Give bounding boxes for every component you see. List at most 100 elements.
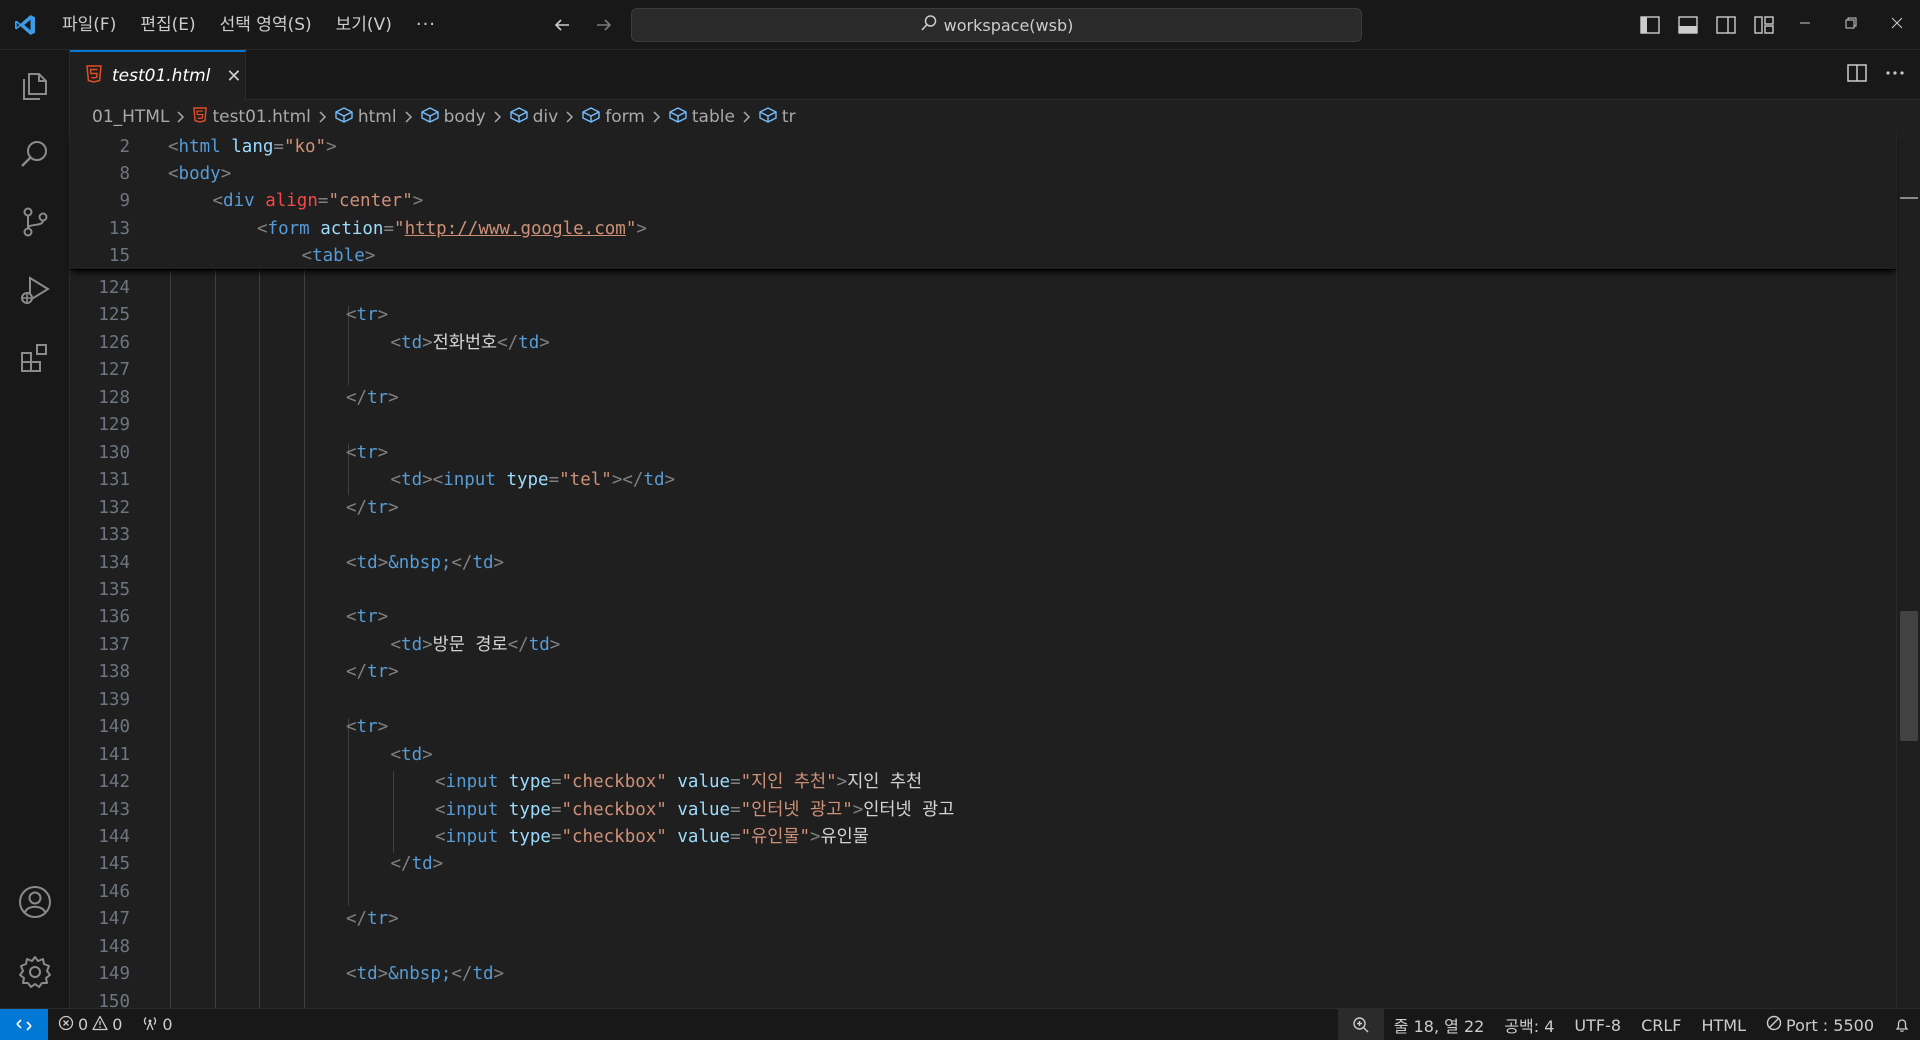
line-number: 9 — [119, 191, 130, 212]
code-line[interactable]: 126 <td>전화번호</td> — [70, 330, 1896, 357]
line-code: <td>전화번호</td> — [391, 330, 550, 357]
minimize-icon[interactable] — [1782, 0, 1828, 46]
line-code: <table> — [302, 243, 376, 270]
code-line[interactable]: 132 </tr> — [70, 495, 1896, 522]
tab-test01-html[interactable]: test01.html ✕ — [70, 50, 246, 100]
tab-close-icon[interactable]: ✕ — [226, 66, 241, 87]
toggle-secondary-sidebar-icon[interactable] — [1712, 12, 1740, 38]
breadcrumb-element-body[interactable]: body — [420, 106, 486, 128]
search-view-icon[interactable] — [0, 122, 70, 186]
restore-icon[interactable] — [1828, 0, 1874, 46]
manage-gear-icon[interactable] — [0, 940, 70, 1004]
breadcrumb-element-div[interactable]: div — [509, 106, 558, 128]
breadcrumb-element-tr[interactable]: tr — [759, 106, 796, 128]
code-line[interactable]: 9 <div align="center"> — [70, 188, 1896, 215]
code-line[interactable]: 144 <input type="checkbox" value="유인물">유인… — [70, 824, 1896, 851]
source-control-icon[interactable] — [0, 190, 70, 254]
account-icon[interactable] — [0, 870, 70, 934]
code-token: </ — [497, 332, 519, 353]
line-number: 143 — [98, 799, 130, 820]
problems-indicator[interactable]: 0 0 — [48, 1009, 132, 1040]
live-server-port[interactable]: Port : 5500 — [1756, 1009, 1884, 1040]
code-line[interactable]: 2 <html lang="ko"> — [70, 134, 1896, 161]
code-token: input — [445, 827, 499, 847]
code-line[interactable]: 125 <tr> — [70, 302, 1896, 329]
indentation-setting[interactable]: 공백: 4 — [1494, 1009, 1564, 1040]
search-icon — [920, 14, 938, 36]
line-number: 148 — [98, 936, 130, 957]
split-editor-icon[interactable] — [1846, 62, 1868, 88]
code-line[interactable]: 133 — [70, 522, 1896, 549]
code-token: < — [435, 827, 446, 847]
breadcrumb-element-html[interactable]: html — [335, 106, 397, 128]
code-line[interactable]: 131 <td><input type="tel"></td> — [70, 467, 1896, 494]
code-line[interactable]: 140 <tr> — [70, 714, 1896, 741]
scrollbar-thumb[interactable] — [1900, 611, 1918, 741]
line-number: 2 — [119, 137, 130, 157]
explorer-icon[interactable] — [0, 54, 70, 118]
search-label: workspace(wsb) — [943, 15, 1074, 35]
code-line[interactable]: 128 </tr> — [70, 385, 1896, 412]
code-line[interactable]: 127 — [70, 357, 1896, 384]
eol-setting[interactable]: CRLF — [1631, 1009, 1691, 1040]
notifications-bell-icon[interactable] — [1884, 1009, 1920, 1040]
code-token: < — [212, 191, 224, 212]
code-line[interactable]: 8 <body> — [70, 161, 1896, 188]
command-center-search[interactable]: workspace(wsb) — [631, 8, 1362, 42]
code-line[interactable]: 124 — [70, 275, 1896, 302]
code-line[interactable]: 149 <td>&nbsp;</td> — [70, 961, 1896, 988]
code-line[interactable]: 130 <tr> — [70, 440, 1896, 467]
line-number: 126 — [98, 332, 130, 353]
extensions-icon[interactable] — [0, 326, 70, 390]
cursor-position[interactable]: 줄 18, 열 22 — [1384, 1009, 1495, 1040]
code-line[interactable]: 139 — [70, 687, 1896, 714]
breadcrumb-element-form[interactable]: form — [582, 106, 645, 128]
code-line[interactable]: 146 — [70, 879, 1896, 906]
remote-indicator-icon[interactable] — [0, 1008, 48, 1040]
language-mode[interactable]: HTML — [1691, 1009, 1756, 1040]
breadcrumb-folder[interactable]: 01_HTML — [92, 107, 169, 127]
sticky-scroll-header[interactable]: 2 <html lang="ko"> 8 <body> 9 <div align="cen… — [70, 134, 1896, 270]
encoding-setting[interactable]: UTF-8 — [1564, 1009, 1631, 1040]
zoom-icon[interactable] — [1337, 1009, 1384, 1040]
breadcrumb-element-table[interactable]: table — [669, 106, 735, 128]
back-arrow-icon[interactable] — [548, 10, 576, 40]
code-line[interactable]: 145 </td> — [70, 851, 1896, 878]
code-line[interactable]: 135 — [70, 577, 1896, 604]
forward-arrow-icon[interactable] — [590, 10, 618, 40]
code-line[interactable]: 147 </tr> — [70, 906, 1896, 933]
more-actions-icon[interactable] — [1884, 62, 1906, 88]
toggle-primary-sidebar-icon[interactable] — [1636, 12, 1664, 38]
menu-more-button[interactable]: ··· — [404, 10, 448, 40]
code-token: align — [265, 191, 318, 212]
ports-indicator[interactable]: 0 — [132, 1009, 182, 1040]
code-line[interactable]: 142 <input type="checkbox" value="지인 추천">… — [70, 769, 1896, 796]
menu-edit[interactable]: 편집(E) — [128, 10, 207, 40]
customize-layout-icon[interactable] — [1750, 12, 1778, 38]
code-line[interactable]: 141 <td> — [70, 742, 1896, 769]
code-line[interactable]: 137 <td>방문 경로</td> — [70, 632, 1896, 659]
line-number: 131 — [98, 470, 130, 491]
close-window-icon[interactable] — [1874, 0, 1920, 46]
breadcrumb-file[interactable]: test01.html — [193, 106, 311, 128]
run-debug-icon[interactable] — [0, 258, 70, 322]
code-token: html — [178, 137, 221, 157]
code-line[interactable]: 15 <table> — [70, 243, 1896, 270]
code-line[interactable]: 136 <tr> — [70, 604, 1896, 631]
menu-file[interactable]: 파일(F) — [50, 10, 128, 40]
code-line[interactable]: 129 — [70, 412, 1896, 439]
line-number: 134 — [98, 552, 130, 573]
code-line[interactable]: 134 <td>&nbsp;</td> — [70, 550, 1896, 577]
ports-count: 0 — [162, 1015, 173, 1034]
cube-symbol-icon — [335, 106, 353, 128]
line-code: </tr> — [346, 906, 399, 933]
toggle-panel-icon[interactable] — [1674, 12, 1702, 38]
menu-selection[interactable]: 선택 영역(S) — [208, 10, 324, 40]
vertical-scrollbar[interactable] — [1896, 134, 1920, 1008]
code-line[interactable]: 13 <form action="http://www.google.com"> — [70, 216, 1896, 243]
code-editor[interactable]: 124 125 <tr> 126 <td>전화번호</td> 127 128 </tr> 129… — [70, 134, 1920, 1012]
code-line[interactable]: 138 </tr> — [70, 659, 1896, 686]
code-line[interactable]: 143 <input type="checkbox" value="인터넷 광고"… — [70, 797, 1896, 824]
menu-view[interactable]: 보기(V) — [324, 10, 404, 40]
code-line[interactable]: 148 — [70, 934, 1896, 961]
